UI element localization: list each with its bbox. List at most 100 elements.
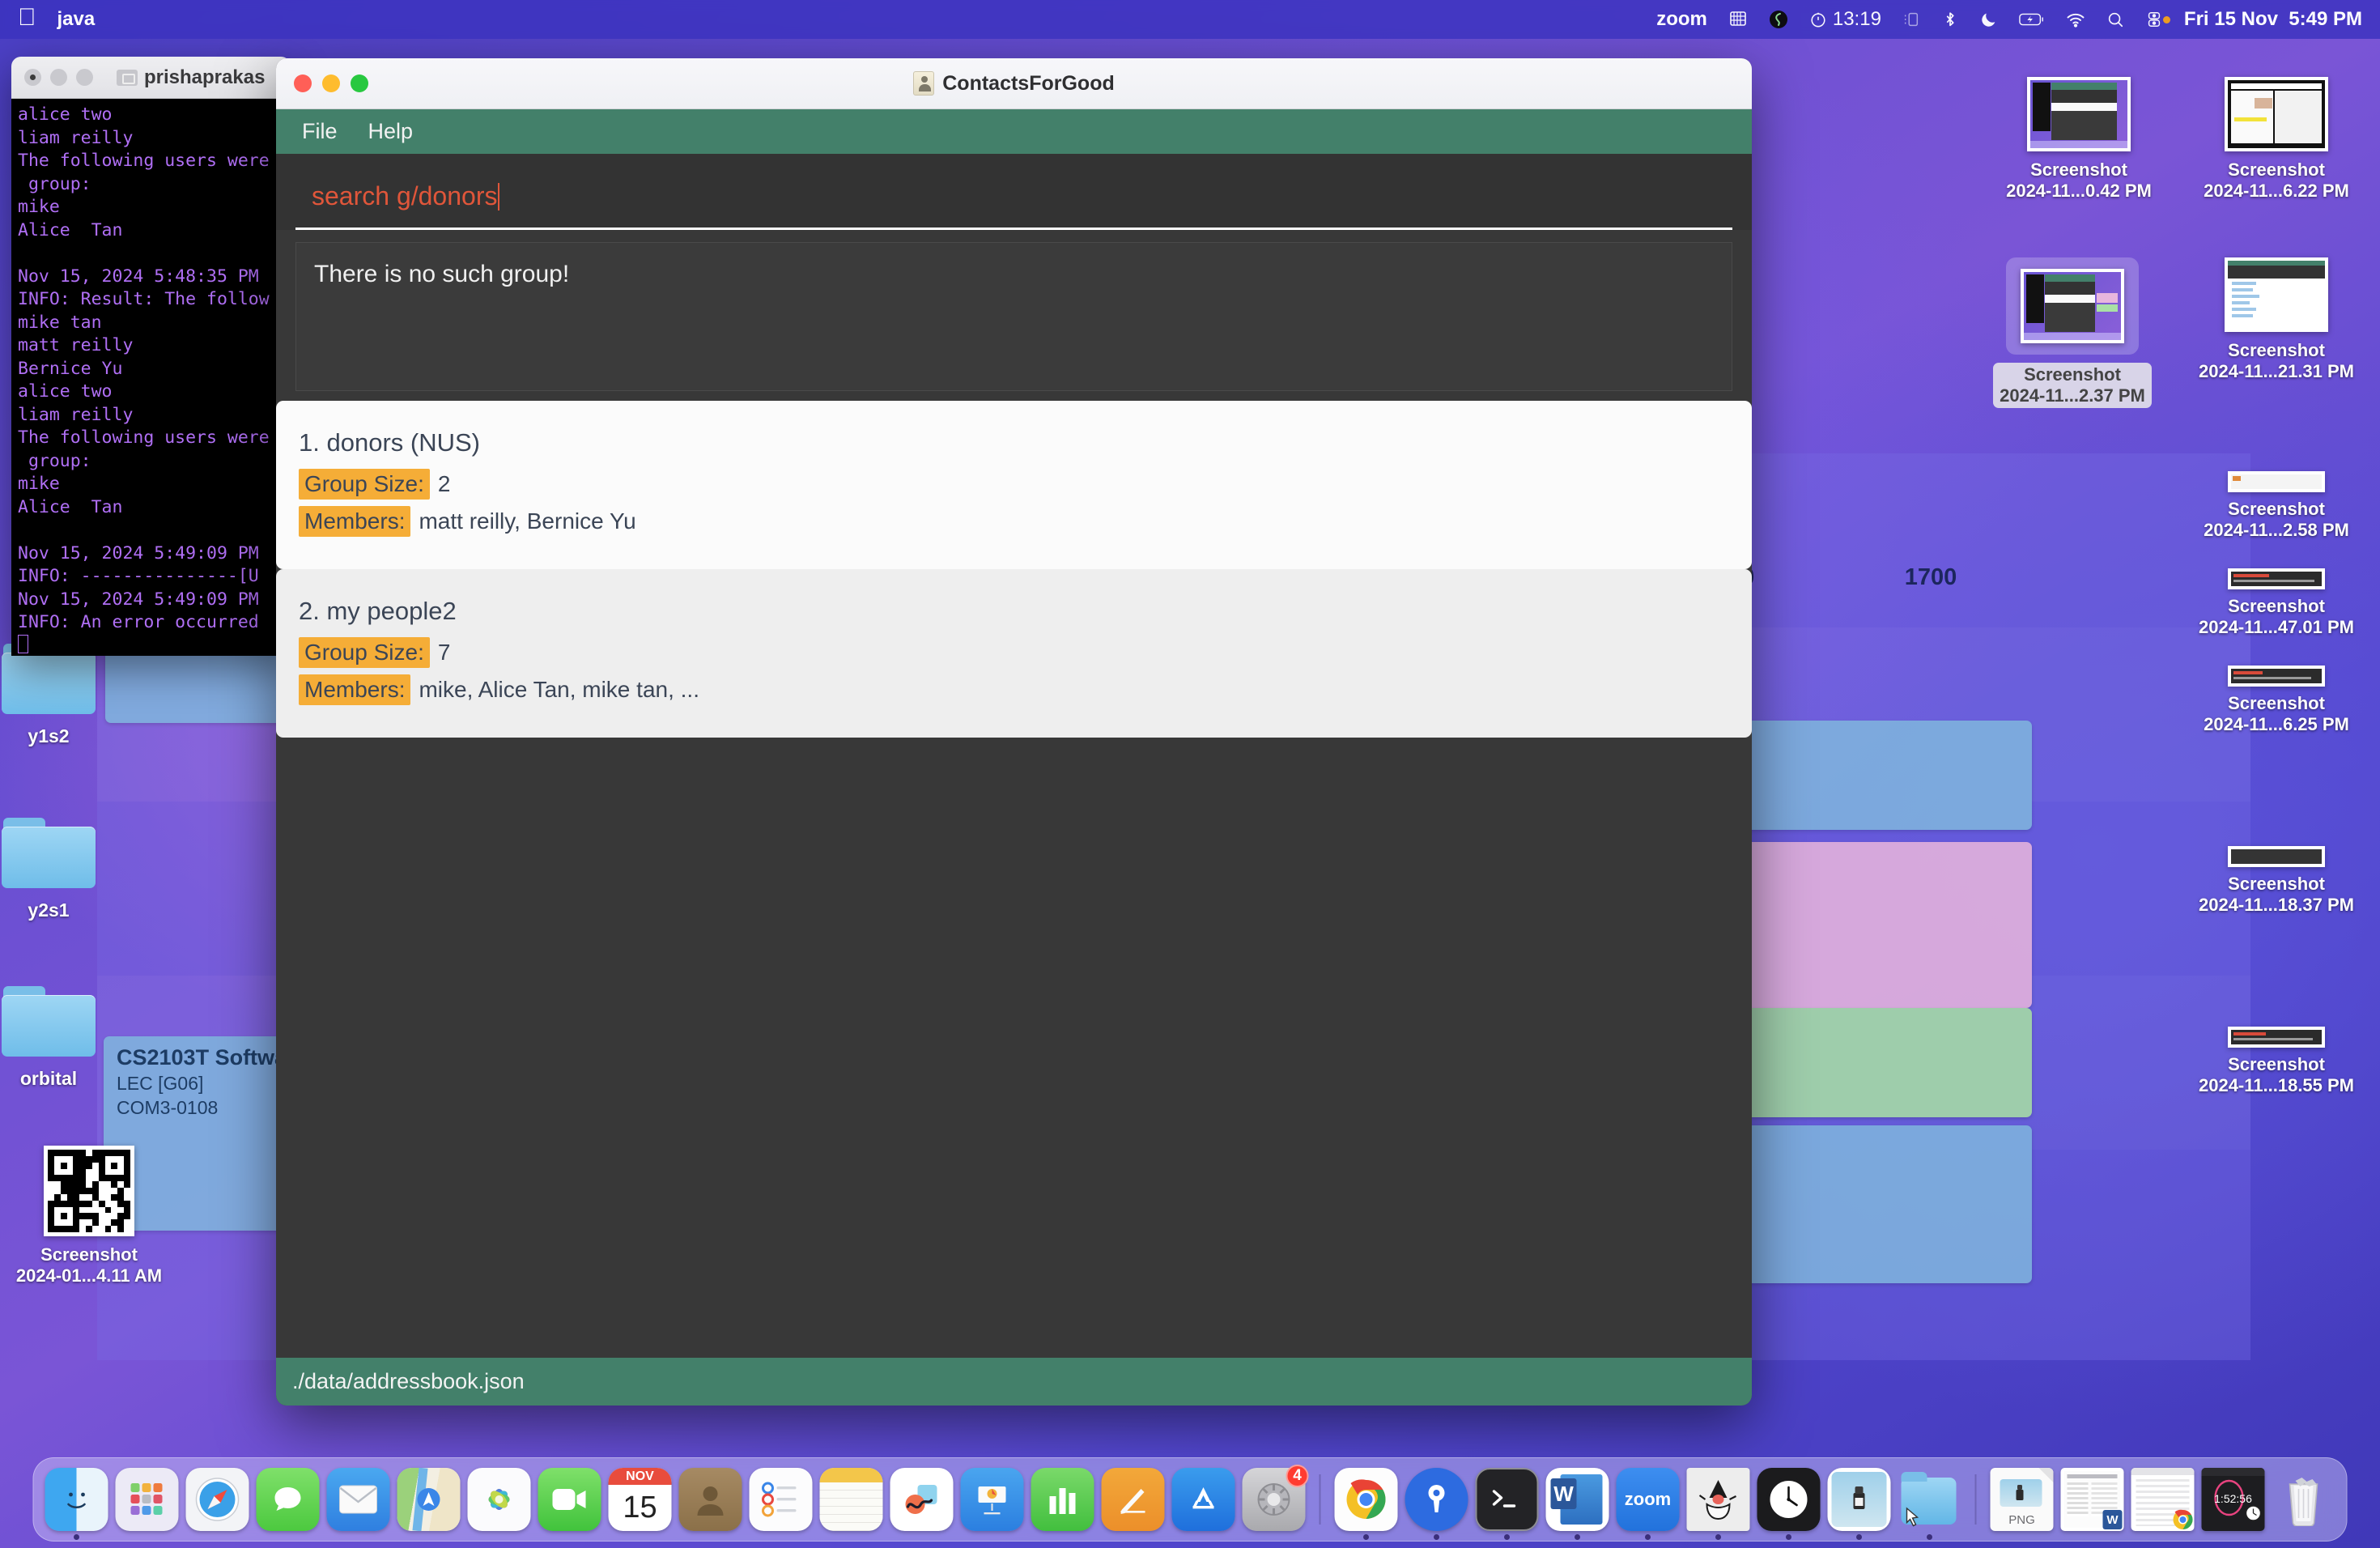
desktop-icon-screenshot-1[interactable]: Screenshot 2024-11...0.42 PM <box>1982 77 2176 202</box>
dock-item-app-store[interactable] <box>1172 1468 1235 1531</box>
app-menubar[interactable]: File Help <box>276 109 1752 154</box>
list-item[interactable]: 1. donors (NUS) Group Size: 2 Members: m… <box>276 401 1752 569</box>
dock-item-zoom[interactable]: zoom <box>1617 1468 1680 1531</box>
dock-item-word[interactable]: W <box>1546 1468 1609 1531</box>
screen-time-status[interactable]: 13:19 <box>1809 8 1881 31</box>
dock-item-messages[interactable] <box>257 1468 320 1531</box>
dock-item-safari[interactable] <box>186 1468 249 1531</box>
desktop-icon-screenshot-6[interactable]: Screenshot 2024-11...47.01 PM <box>2179 568 2374 638</box>
group-size-row: Group Size: 2 <box>299 469 1729 500</box>
dock-item-downloads-folder[interactable] <box>1898 1468 1961 1531</box>
grid-status-icon[interactable] <box>1728 10 1748 29</box>
menubar-clock[interactable]: Fri 15 Nov 5:49 PM <box>2184 8 2362 31</box>
do-not-disturb-icon[interactable] <box>1980 11 1998 28</box>
dock-item-calendar[interactable]: NOV 15 <box>609 1468 672 1531</box>
bluetooth-status-icon[interactable] <box>1941 11 1959 28</box>
list-item[interactable]: 2. my people2 Group Size: 7 Members: mik… <box>276 569 1752 738</box>
app-titlebar[interactable]: ContactsForGood <box>276 58 1752 109</box>
dock-item-java[interactable] <box>1687 1468 1750 1531</box>
desktop-icon-label: Screenshot 2024-11...2.37 PM <box>1993 363 2152 408</box>
dock-item-clock[interactable] <box>1757 1468 1821 1531</box>
dock-item-keynote[interactable] <box>961 1468 1024 1531</box>
group-members-value: matt reilly, Bernice Yu <box>419 508 635 534</box>
dock-item-photos[interactable] <box>468 1468 531 1531</box>
desktop-icon-qr-screenshot[interactable]: Screenshot 2024-01...4.11 AM <box>0 1146 182 1286</box>
running-indicator <box>1715 1534 1721 1540</box>
command-input[interactable]: search g/donors <box>295 175 1732 230</box>
running-indicator <box>1504 1534 1510 1540</box>
terminal-close-button[interactable] <box>24 69 41 86</box>
dock-minimized-timer-window[interactable]: 1:52:56 <box>2202 1468 2265 1531</box>
screenshot-thumbnail <box>2228 568 2325 589</box>
spotlight-search-icon[interactable] <box>2106 11 2124 28</box>
screenshot-thumbnail <box>2225 257 2328 332</box>
dock-minimized-png[interactable]: PNG <box>1991 1468 2054 1531</box>
screenshot-thumbnail <box>2027 77 2131 151</box>
zoom-menu-item[interactable]: zoom <box>1656 8 1707 31</box>
terminal-window[interactable]: prishaprakas alice two liam reilly The f… <box>11 57 291 656</box>
dock-item-pages[interactable] <box>1102 1468 1165 1531</box>
dock-item-numbers[interactable] <box>1031 1468 1094 1531</box>
dock-item-trash[interactable] <box>2272 1468 2335 1531</box>
dock-item-facetime[interactable] <box>538 1468 601 1531</box>
dock-item-terminal[interactable] <box>1476 1468 1539 1531</box>
window-controls[interactable] <box>276 74 368 92</box>
menu-file[interactable]: File <box>292 116 347 147</box>
terminal-maximize-button[interactable] <box>76 69 93 86</box>
macos-menubar[interactable]:  java zoom 13:19 <box>0 0 2380 39</box>
group-size-value: 7 <box>438 640 451 666</box>
terminal-output[interactable]: alice two liam reilly The following user… <box>11 99 291 656</box>
app-title: ContactsForGood <box>276 71 1752 96</box>
desktop-icon-screenshot-5[interactable]: Screenshot 2024-11...2.58 PM <box>2179 471 2374 541</box>
dock-item-notes[interactable] <box>820 1468 883 1531</box>
running-indicator <box>1575 1534 1580 1540</box>
dock-item-mail[interactable] <box>327 1468 390 1531</box>
wifi-status-icon[interactable] <box>2066 11 2085 28</box>
group-members-row: Members: mike, Alice Tan, mike tan, ... <box>299 674 1729 705</box>
dock-item-chrome[interactable] <box>1335 1468 1398 1531</box>
dock-item-system-settings[interactable]: 4 <box>1243 1468 1306 1531</box>
active-app-name[interactable]: java <box>57 8 96 31</box>
group-list[interactable]: 1. donors (NUS) Group Size: 2 Members: m… <box>276 401 1752 738</box>
terminal-titlebar[interactable]: prishaprakas <box>11 57 291 99</box>
folder-y1s2[interactable]: y1s2 <box>0 644 125 747</box>
dock-item-reminders[interactable] <box>750 1468 813 1531</box>
battery-charging-icon[interactable] <box>2019 11 2045 28</box>
dock-item-launchpad[interactable] <box>116 1468 179 1531</box>
dock-item-contacts[interactable] <box>679 1468 742 1531</box>
desktop-icon-screenshot-2[interactable]: Screenshot 2024-11...6.22 PM <box>2179 77 2374 202</box>
desktop-icon-screenshot-8[interactable]: Screenshot 2024-11...18.37 PM <box>2179 846 2374 916</box>
apple-logo-icon[interactable]:  <box>18 6 36 30</box>
desktop-icon-screenshot-3[interactable]: Screenshot 2024-11...2.37 PM <box>1975 257 2170 408</box>
display-status-icon[interactable] <box>1902 11 1920 28</box>
dock-item-freeform[interactable] <box>890 1468 954 1531</box>
desktop-icon-screenshot-9[interactable]: Screenshot 2024-11...18.55 PM <box>2179 1027 2374 1096</box>
command-zone: search g/donors <box>276 154 1752 230</box>
dock[interactable]: NOV 15 <box>33 1457 2348 1542</box>
close-button[interactable] <box>294 74 312 92</box>
dock-minimized-word-document[interactable]: W <box>2061 1468 2124 1531</box>
status-bar: ./data/addressbook.json <box>276 1358 1752 1406</box>
terminal-minimize-button[interactable] <box>50 69 67 86</box>
desktop-icon-screenshot-4[interactable]: Screenshot 2024-11...21.31 PM <box>2179 257 2374 382</box>
contactsforgood-window[interactable]: ContactsForGood File Help search g/donor… <box>276 58 1752 1406</box>
dock-separator-2 <box>1975 1474 1977 1525</box>
control-center-icon[interactable] <box>2145 11 2163 28</box>
screenshot-thumbnail <box>2228 1027 2325 1048</box>
group-members-label: Members: <box>299 674 410 705</box>
folder-y2s1[interactable]: y2s1 <box>0 818 125 921</box>
menu-help[interactable]: Help <box>359 116 423 147</box>
dock-item-onepassword[interactable] <box>1405 1468 1468 1531</box>
dock-item-preview[interactable] <box>1828 1468 1891 1531</box>
shell-status-icon[interactable] <box>1769 10 1788 29</box>
desktop-icon-screenshot-7[interactable]: Screenshot 2024-11...6.25 PM <box>2179 666 2374 735</box>
group-size-label: Group Size: <box>299 469 430 500</box>
desktop-icon-label: Screenshot 2024-11...0.42 PM <box>2006 159 2152 202</box>
minimize-button[interactable] <box>322 74 340 92</box>
maximize-button[interactable] <box>351 74 368 92</box>
desktop-icon-label: Screenshot 2024-01...4.11 AM <box>16 1244 162 1286</box>
dock-item-finder[interactable] <box>45 1468 108 1531</box>
folder-orbital[interactable]: orbital <box>0 986 125 1090</box>
dock-item-maps[interactable] <box>397 1468 461 1531</box>
dock-minimized-chrome-window[interactable] <box>2131 1468 2195 1531</box>
